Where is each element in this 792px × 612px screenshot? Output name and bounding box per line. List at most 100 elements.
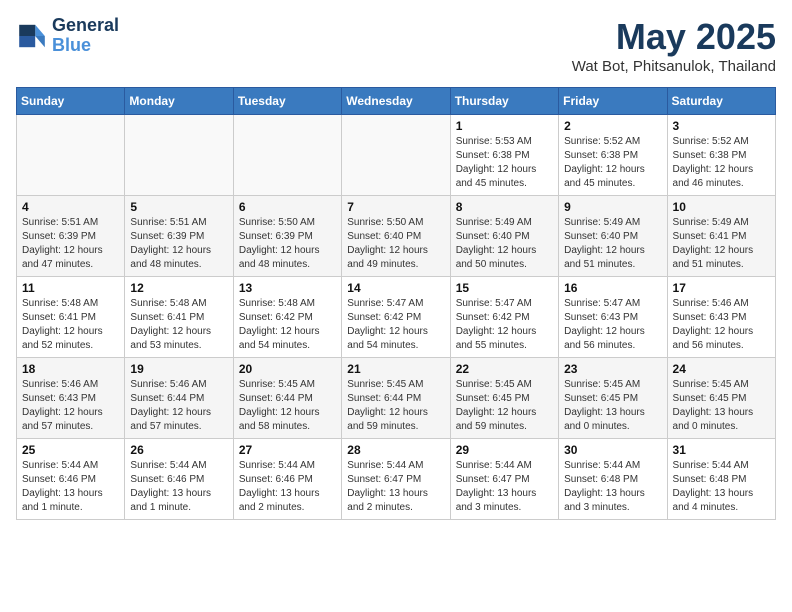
calendar-cell: 11 Sunrise: 5:48 AMSunset: 6:41 PMDayligh… [17,277,125,358]
calendar-cell: 26Sunrise: 5:44 AMSunset: 6:46 PMDayligh… [125,439,233,520]
day-info: Sunrise: 5:48 AMSunset: 6:41 PMDaylight:… [22,297,119,353]
day-number: 11 [22,281,119,295]
day-number: 24 [673,362,770,376]
title-block: May 2025 Wat Bot, Phitsanulok, Thailand [572,16,776,75]
day-info: Sunrise: 5:44 AMSunset: 6:46 PMDaylight:… [239,459,336,515]
day-info: Sunrise: 5:44 AMSunset: 6:46 PMDaylight:… [22,459,119,515]
calendar-cell: 22 Sunrise: 5:45 AMSunset: 6:45 PMDayligh… [450,358,558,439]
day-info: Sunrise: 5:50 AMSunset: 6:39 PMDaylight:… [239,216,336,272]
day-number: 12 [130,281,227,295]
calendar-cell: 8Sunrise: 5:49 AMSunset: 6:40 PMDaylight… [450,196,558,277]
calendar-cell: 17 Sunrise: 5:46 AMSunset: 6:43 PMDayligh… [667,277,775,358]
day-number: 22 [456,362,553,376]
weekday-header-row: SundayMondayTuesdayWednesdayThursdayFrid… [17,88,776,115]
day-info: Sunrise: 5:51 AMSunset: 6:39 PMDaylight:… [22,216,119,272]
day-number: 4 [22,200,119,214]
calendar-cell: 6 Sunrise: 5:50 AMSunset: 6:39 PMDaylight… [233,196,341,277]
day-info: Sunrise: 5:48 AMSunset: 6:41 PMDaylight:… [130,297,227,353]
day-info: Sunrise: 5:46 AMSunset: 6:44 PMDaylight:… [130,378,227,434]
day-number: 25 [22,443,119,457]
calendar-title: May 2025 [572,16,776,58]
day-number: 16 [564,281,661,295]
calendar-cell: 23 Sunrise: 5:45 AMSunset: 6:45 PMDayligh… [559,358,667,439]
calendar-cell: 5Sunrise: 5:51 AMSunset: 6:39 PMDaylight… [125,196,233,277]
day-info: Sunrise: 5:45 AMSunset: 6:45 PMDaylight:… [564,378,661,434]
week-row-2: 4 Sunrise: 5:51 AMSunset: 6:39 PMDaylight… [17,196,776,277]
day-info: Sunrise: 5:45 AMSunset: 6:45 PMDaylight:… [673,378,770,434]
calendar-cell [17,115,125,196]
calendar-cell [233,115,341,196]
calendar-cell: 20 Sunrise: 5:45 AMSunset: 6:44 PMDayligh… [233,358,341,439]
calendar-cell: 14 Sunrise: 5:47 AMSunset: 6:42 PMDayligh… [342,277,450,358]
day-info: Sunrise: 5:52 AMSunset: 6:38 PMDaylight:… [564,135,661,191]
calendar-cell: 29 Sunrise: 5:44 AMSunset: 6:47 PMDayligh… [450,439,558,520]
day-number: 7 [347,200,444,214]
day-info: Sunrise: 5:50 AMSunset: 6:40 PMDaylight:… [347,216,444,272]
calendar-cell: 15Sunrise: 5:47 AMSunset: 6:42 PMDayligh… [450,277,558,358]
day-info: Sunrise: 5:53 AMSunset: 6:38 PMDaylight:… [456,135,553,191]
day-number: 31 [673,443,770,457]
day-number: 29 [456,443,553,457]
day-info: Sunrise: 5:47 AMSunset: 6:42 PMDaylight:… [347,297,444,353]
day-number: 17 [673,281,770,295]
day-info: Sunrise: 5:47 AMSunset: 6:43 PMDaylight:… [564,297,661,353]
day-info: Sunrise: 5:52 AMSunset: 6:38 PMDaylight:… [673,135,770,191]
calendar-cell: 27 Sunrise: 5:44 AMSunset: 6:46 PMDayligh… [233,439,341,520]
calendar-cell: 1 Sunrise: 5:53 AMSunset: 6:38 PMDaylight… [450,115,558,196]
day-number: 18 [22,362,119,376]
logo-line1: General [52,16,119,36]
day-number: 14 [347,281,444,295]
calendar-cell: 7 Sunrise: 5:50 AMSunset: 6:40 PMDaylight… [342,196,450,277]
day-info: Sunrise: 5:44 AMSunset: 6:47 PMDaylight:… [347,459,444,515]
logo-line2: Blue [52,35,91,55]
day-number: 23 [564,362,661,376]
day-info: Sunrise: 5:45 AMSunset: 6:44 PMDaylight:… [239,378,336,434]
calendar-cell: 4 Sunrise: 5:51 AMSunset: 6:39 PMDaylight… [17,196,125,277]
calendar-cell: 28 Sunrise: 5:44 AMSunset: 6:47 PMDayligh… [342,439,450,520]
day-info: Sunrise: 5:48 AMSunset: 6:42 PMDaylight:… [239,297,336,353]
day-number: 27 [239,443,336,457]
week-row-5: 25 Sunrise: 5:44 AMSunset: 6:46 PMDayligh… [17,439,776,520]
calendar-cell: 19Sunrise: 5:46 AMSunset: 6:44 PMDayligh… [125,358,233,439]
calendar-cell: 16 Sunrise: 5:47 AMSunset: 6:43 PMDayligh… [559,277,667,358]
weekday-header-thursday: Thursday [450,88,558,115]
day-number: 3 [673,119,770,133]
day-number: 10 [673,200,770,214]
day-number: 9 [564,200,661,214]
day-number: 20 [239,362,336,376]
calendar-cell: 3 Sunrise: 5:52 AMSunset: 6:38 PMDaylight… [667,115,775,196]
day-number: 21 [347,362,444,376]
week-row-1: 1 Sunrise: 5:53 AMSunset: 6:38 PMDaylight… [17,115,776,196]
day-info: Sunrise: 5:46 AMSunset: 6:43 PMDaylight:… [22,378,119,434]
calendar-cell: 31 Sunrise: 5:44 AMSunset: 6:48 PMDayligh… [667,439,775,520]
day-info: Sunrise: 5:49 AMSunset: 6:41 PMDaylight:… [673,216,770,272]
weekday-header-sunday: Sunday [17,88,125,115]
day-number: 6 [239,200,336,214]
day-number: 28 [347,443,444,457]
calendar-cell [125,115,233,196]
calendar-cell: 21Sunrise: 5:45 AMSunset: 6:44 PMDayligh… [342,358,450,439]
calendar-table: SundayMondayTuesdayWednesdayThursdayFrid… [16,87,776,520]
day-info: Sunrise: 5:45 AMSunset: 6:45 PMDaylight:… [456,378,553,434]
calendar-cell: 2Sunrise: 5:52 AMSunset: 6:38 PMDaylight… [559,115,667,196]
calendar-cell: 24 Sunrise: 5:45 AMSunset: 6:45 PMDayligh… [667,358,775,439]
day-info: Sunrise: 5:44 AMSunset: 6:48 PMDaylight:… [564,459,661,515]
calendar-cell: 18 Sunrise: 5:46 AMSunset: 6:43 PMDayligh… [17,358,125,439]
day-number: 13 [239,281,336,295]
day-info: Sunrise: 5:46 AMSunset: 6:43 PMDaylight:… [673,297,770,353]
day-info: Sunrise: 5:51 AMSunset: 6:39 PMDaylight:… [130,216,227,272]
day-number: 15 [456,281,553,295]
weekday-header-wednesday: Wednesday [342,88,450,115]
day-info: Sunrise: 5:49 AMSunset: 6:40 PMDaylight:… [564,216,661,272]
logo: General Blue [16,16,119,56]
calendar-cell: 30Sunrise: 5:44 AMSunset: 6:48 PMDayligh… [559,439,667,520]
day-number: 8 [456,200,553,214]
logo-icon [16,20,48,52]
calendar-cell [342,115,450,196]
day-info: Sunrise: 5:44 AMSunset: 6:48 PMDaylight:… [673,459,770,515]
calendar-cell: 10 Sunrise: 5:49 AMSunset: 6:41 PMDayligh… [667,196,775,277]
calendar-subtitle: Wat Bot, Phitsanulok, Thailand [572,58,776,75]
day-number: 1 [456,119,553,133]
day-info: Sunrise: 5:44 AMSunset: 6:47 PMDaylight:… [456,459,553,515]
calendar-cell: 12 Sunrise: 5:48 AMSunset: 6:41 PMDayligh… [125,277,233,358]
